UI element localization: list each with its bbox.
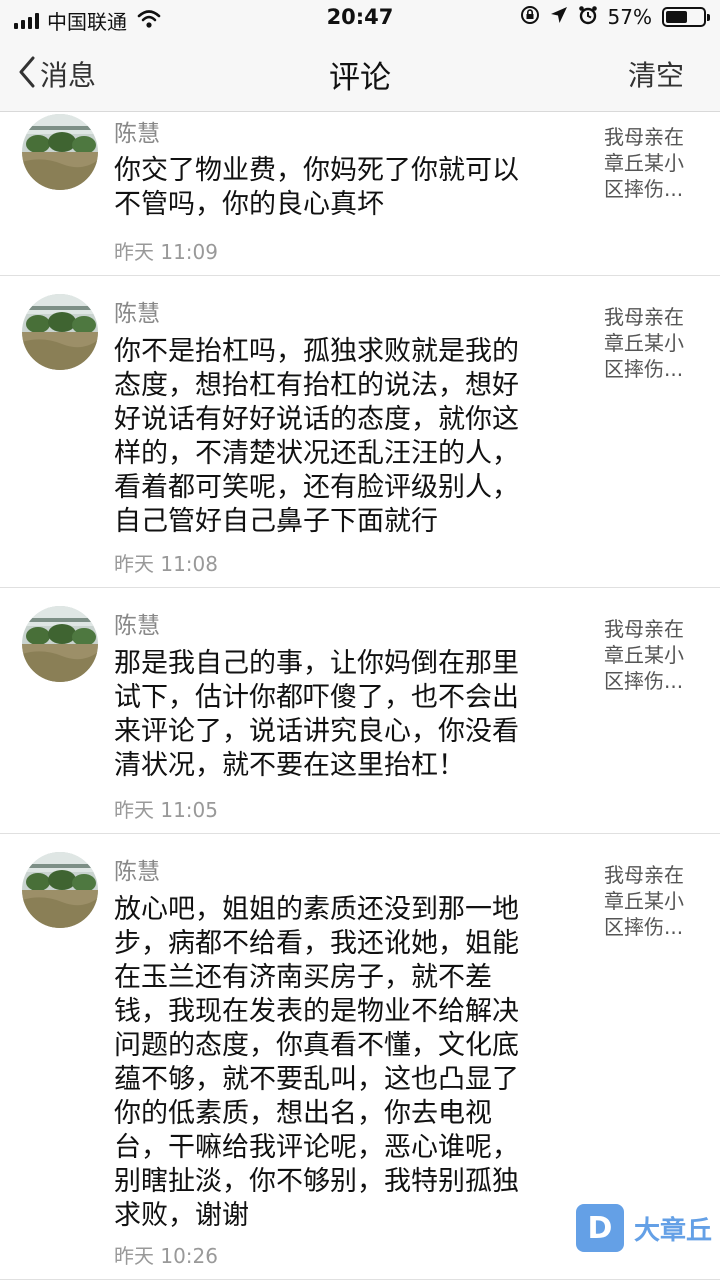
comment-time: 昨天 11:09 <box>114 240 218 264</box>
watermark-text: 大章丘 <box>633 1215 712 1246</box>
alarm-icon <box>578 5 598 29</box>
ref-line: 章丘某小 <box>604 331 684 355</box>
list-item[interactable]: 陈慧 那是我自己的事，让你妈倒在那里 试下，估计你都吓傻了，也不会出 来评论了，… <box>0 588 720 834</box>
comment-line: 你交了物业费，你妈死了你就可以 <box>114 155 519 186</box>
comment-line: 钱，我现在发表的是物业不给解决 <box>114 996 519 1027</box>
ref-line: 章丘某小 <box>604 151 684 175</box>
ref-line: 区摔伤... <box>604 177 684 201</box>
comment-line: 看着都可笑呢，还有脸评级别人， <box>114 472 519 503</box>
comment-line: 问题的态度，你真看不懂，文化底 <box>114 1030 519 1061</box>
comment-time: 昨天 11:08 <box>114 552 218 576</box>
comment-line: 步，病都不给看，我还讹她，姐能 <box>114 928 519 959</box>
comment-line: 别瞎扯淡，你不够别，我特别孤独 <box>114 1166 519 1197</box>
commenter-name[interactable]: 陈慧 <box>114 606 160 640</box>
comment-line: 清状况，就不要在这里抬杠！ <box>114 750 465 781</box>
comment-line: 你的低素质，想出名，你去电视 <box>114 1098 492 1129</box>
ref-line: 我母亲在 <box>604 863 684 887</box>
ref-line: 我母亲在 <box>604 125 684 149</box>
comment-line: 试下，估计你都吓傻了，也不会出 <box>114 682 519 713</box>
comment-list[interactable]: 陈慧 你交了物业费，你妈死了你就可以 不管吗，你的良心真坏 昨天 11:09 我… <box>0 112 720 1280</box>
ref-line: 区摔伤... <box>604 357 684 381</box>
location-icon <box>550 6 568 28</box>
watermark: D 大章丘 <box>575 1204 712 1252</box>
watermark-logo-icon: D <box>575 1204 624 1252</box>
avatar[interactable] <box>22 294 98 370</box>
comment-text[interactable]: 你交了物业费，你妈死了你就可以 不管吗，你的良心真坏 <box>114 154 554 222</box>
comment-text[interactable]: 放心吧，姐姐的素质还没到那一地 步，病都不给看，我还讹她，姐能 在玉兰还有济南买… <box>114 893 554 1233</box>
nav-bar: 消息 评论 清空 <box>0 36 720 112</box>
commenter-name[interactable]: 陈慧 <box>114 852 160 886</box>
battery-percentage: 57% <box>607 5 652 29</box>
list-item[interactable]: 陈慧 你交了物业费，你妈死了你就可以 不管吗，你的良心真坏 昨天 11:09 我… <box>0 112 720 276</box>
comment-line: 你不是抬杠吗，孤独求败就是我的 <box>114 336 519 367</box>
comment-line: 自己管好自己鼻子下面就行 <box>114 506 438 537</box>
ref-line: 章丘某小 <box>604 643 684 667</box>
ref-line: 区摔伤... <box>604 915 684 939</box>
referenced-post[interactable]: 我母亲在 章丘某小 区摔伤... <box>604 862 694 940</box>
avatar[interactable] <box>22 606 98 682</box>
comment-line: 来评论了，说话讲究良心，你没看 <box>114 716 519 747</box>
comment-line: 好说话有好好说话的态度，就你这 <box>114 404 519 435</box>
comment-line: 蕴不够，就不要乱叫，这也凸显了 <box>114 1064 519 1095</box>
comment-time: 昨天 10:26 <box>114 1244 218 1268</box>
comment-line: 不管吗，你的良心真坏 <box>114 189 384 220</box>
orientation-lock-icon <box>520 5 540 29</box>
comment-line: 台，干嘛给我评论呢，恶心谁呢， <box>114 1132 519 1163</box>
ref-line: 我母亲在 <box>604 305 684 329</box>
referenced-post[interactable]: 我母亲在 章丘某小 区摔伤... <box>604 124 694 202</box>
comment-time: 昨天 11:05 <box>114 798 218 822</box>
comment-text[interactable]: 你不是抬杠吗，孤独求败就是我的 态度，想抬杠有抬杠的说法，想好 好说话有好好说话… <box>114 335 554 539</box>
comment-line: 求败，谢谢 <box>114 1200 249 1231</box>
ref-line: 区摔伤... <box>604 669 684 693</box>
comment-line: 态度，想抬杠有抬杠的说法，想好 <box>114 370 519 401</box>
battery-icon <box>662 7 710 27</box>
clear-button[interactable]: 清空 <box>628 54 684 94</box>
ref-line: 章丘某小 <box>604 889 684 913</box>
referenced-post[interactable]: 我母亲在 章丘某小 区摔伤... <box>604 304 694 382</box>
referenced-post[interactable]: 我母亲在 章丘某小 区摔伤... <box>604 616 694 694</box>
ref-line: 我母亲在 <box>604 617 684 641</box>
comment-line: 放心吧，姐姐的素质还没到那一地 <box>114 894 519 925</box>
avatar[interactable] <box>22 114 98 190</box>
comment-line: 在玉兰还有济南买房子，就不差 <box>114 962 492 993</box>
list-item[interactable]: 陈慧 你不是抬杠吗，孤独求败就是我的 态度，想抬杠有抬杠的说法，想好 好说话有好… <box>0 276 720 588</box>
commenter-name[interactable]: 陈慧 <box>114 114 160 148</box>
comment-line: 样的，不清楚状况还乱汪汪的人， <box>114 438 519 469</box>
comment-line: 那是我自己的事，让你妈倒在那里 <box>114 648 519 679</box>
status-bar: 中国联通 20:47 57% <box>0 0 720 36</box>
comment-text[interactable]: 那是我自己的事，让你妈倒在那里 试下，估计你都吓傻了，也不会出 来评论了，说话讲… <box>114 647 554 783</box>
avatar[interactable] <box>22 852 98 928</box>
page-title: 评论 <box>329 60 391 96</box>
commenter-name[interactable]: 陈慧 <box>114 294 160 328</box>
